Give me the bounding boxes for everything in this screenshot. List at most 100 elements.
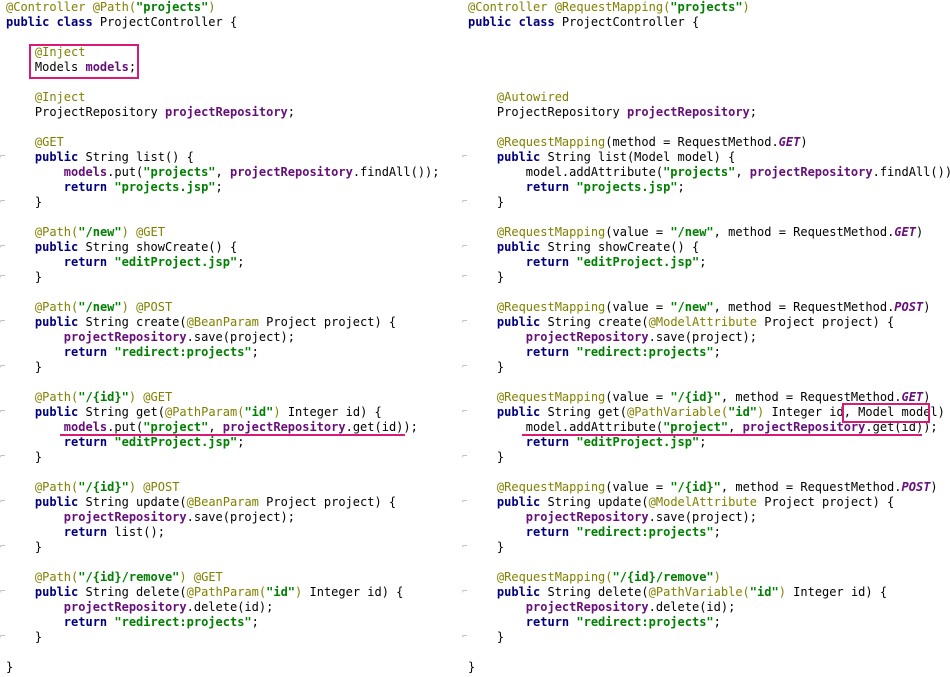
code-token: return <box>525 525 577 539</box>
code-text: public class ProjectController { <box>468 15 699 30</box>
code-token: @PathParam( <box>164 405 245 419</box>
code-token: projectRepository <box>626 105 750 119</box>
code-text: public String update(@ModelAttribute Pro… <box>468 495 894 510</box>
code-token: "/new" <box>670 225 714 239</box>
code-token: .save(project); <box>648 510 757 524</box>
code-token: projectRepository <box>525 510 649 524</box>
code-token: "redirect:projects" <box>576 345 714 359</box>
code-token: ; <box>251 345 259 359</box>
code-token: (method = RequestMethod. <box>605 135 779 149</box>
code-token: projectRepository <box>525 600 649 614</box>
code-token: , <box>735 165 750 179</box>
code-token: "projects" <box>663 165 736 179</box>
code-token: , method = RequestMethod. <box>713 300 895 314</box>
code-token: .save(project); <box>186 510 295 524</box>
code-token: "project" <box>663 420 729 434</box>
code-text: projectRepository.save(project); <box>468 510 757 525</box>
code-token: GET <box>894 225 916 239</box>
code-token: GET <box>778 135 801 149</box>
code-text: @GET <box>6 135 64 150</box>
code-token: (value = <box>605 225 671 239</box>
code-token: ; <box>713 615 721 629</box>
code-token: Integer id, Model model) { <box>764 405 950 419</box>
code-token: public <box>496 315 548 329</box>
code-text: @Controller @Path("projects") <box>6 0 216 15</box>
code-text: public String update(@BeanParam Project … <box>6 495 396 510</box>
code-token: return <box>525 180 577 194</box>
right-code-pane: @Controller @RequestMapping("projects") p… <box>462 0 950 677</box>
code-token: ; <box>215 180 223 194</box>
code-token: String delete( <box>85 585 187 599</box>
code-token: ; <box>287 105 296 119</box>
code-token: projectRepository <box>742 420 866 434</box>
code-token: } <box>468 660 476 674</box>
code-token: .get(id)); <box>345 420 418 434</box>
code-text: projectRepository.delete(id); <box>468 600 736 615</box>
code-token: ProjectRepository <box>6 105 165 119</box>
code-token: , method = RequestMethod. <box>720 390 902 404</box>
code-token: "id" <box>244 405 274 419</box>
code-token: ) @GET <box>179 570 223 584</box>
code-token: ) <box>800 135 808 149</box>
code-text: return "editProject.jsp"; <box>468 435 707 450</box>
code-token: projectRepository <box>525 330 649 344</box>
code-text: return "editProject.jsp"; <box>6 435 245 450</box>
code-token: ) @POST <box>128 480 180 494</box>
code-token: ProjectController { <box>99 15 238 29</box>
code-token: return <box>63 255 115 269</box>
code-token: projectRepository <box>63 510 187 524</box>
code-text: @RequestMapping("/{id}/remove") <box>468 570 721 585</box>
code-token: return <box>525 435 577 449</box>
code-token: "projects.jsp" <box>114 180 216 194</box>
code-token: public <box>34 405 86 419</box>
code-text: ProjectRepository projectRepository; <box>468 105 757 120</box>
code-text: return "projects.jsp"; <box>468 180 685 195</box>
code-text: public String create(@BeanParam Project … <box>6 315 396 330</box>
code-token: ) <box>742 0 750 14</box>
code-token: public <box>34 150 86 164</box>
code-token: ) @GET <box>128 390 173 404</box>
code-text: return "redirect:projects"; <box>468 525 721 540</box>
code-token: @Autowired <box>496 90 570 104</box>
code-text: } <box>468 360 504 375</box>
code-text: public String list(Model model) { <box>468 150 735 165</box>
code-token: "/new" <box>78 300 122 314</box>
code-text: } <box>468 450 504 465</box>
code-token: ) <box>923 300 931 314</box>
code-token: } <box>468 540 505 554</box>
code-token: String list() { <box>85 150 194 164</box>
code-text: return "redirect:projects"; <box>6 345 259 360</box>
code-token: @Controller @Path( <box>6 0 137 14</box>
code-token: .findAll()); <box>352 165 440 179</box>
code-token: projectRepository <box>222 420 346 434</box>
code-text: } <box>6 360 42 375</box>
code-token: public <box>496 150 548 164</box>
code-text: Models models; <box>6 60 136 75</box>
code-token: return <box>525 345 577 359</box>
code-token: public <box>34 495 86 509</box>
code-token: model.addAttribute( <box>468 420 664 434</box>
code-token: ) <box>273 405 281 419</box>
code-token: "/new" <box>670 300 714 314</box>
code-text: return "projects.jsp"; <box>6 180 223 195</box>
code-token: ProjectRepository <box>468 105 627 119</box>
code-token: "editProject.jsp" <box>576 435 700 449</box>
code-token: projectRepository <box>749 165 873 179</box>
code-text: } <box>6 540 42 555</box>
code-token: Integer id) { <box>302 585 404 599</box>
